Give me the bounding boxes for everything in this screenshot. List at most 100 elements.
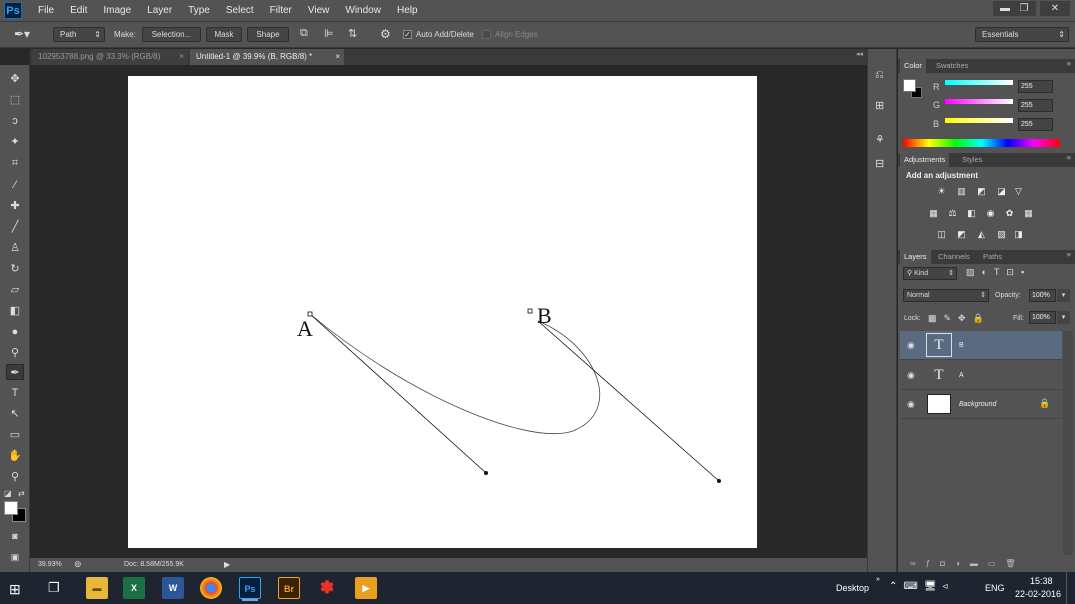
opacity-dropdown-icon[interactable]: ▾ bbox=[1057, 289, 1070, 302]
eye-icon[interactable]: ◉ bbox=[907, 399, 915, 410]
desktop-toolbar-label[interactable]: Desktop bbox=[836, 583, 869, 593]
close-button[interactable]: ✕ bbox=[1040, 1, 1070, 16]
tab-styles[interactable]: Styles bbox=[958, 153, 986, 167]
status-menu-arrow-icon[interactable]: ▶ bbox=[224, 560, 230, 569]
path-selection-tool-icon[interactable]: ↖ bbox=[6, 406, 24, 422]
selective-color-icon[interactable]: ◨ bbox=[1012, 229, 1025, 240]
vibrance-icon[interactable]: ▽ bbox=[1012, 186, 1025, 197]
layers-scrollbar[interactable] bbox=[1063, 331, 1073, 555]
eyedropper-tool-icon[interactable]: ⁄ bbox=[6, 177, 24, 193]
menu-layer[interactable]: Layer bbox=[139, 0, 180, 22]
quick-mask-icon[interactable]: ◙ bbox=[6, 528, 24, 544]
r-slider[interactable] bbox=[945, 80, 1013, 85]
photo-filter-icon[interactable]: ◉ bbox=[984, 208, 997, 219]
restore-button[interactable]: ❐ bbox=[1012, 1, 1036, 16]
canvas-text-a[interactable]: A bbox=[297, 316, 313, 342]
tab-adjustments[interactable]: Adjustments bbox=[900, 153, 950, 167]
gradient-map-icon[interactable]: ▧ bbox=[995, 229, 1008, 240]
doc-tab-2[interactable]: Untitled-1 @ 39.9% (B, RGB/8) * × bbox=[190, 49, 344, 65]
default-colors-icon[interactable]: ◪ bbox=[4, 489, 12, 498]
fg-color-swatch[interactable] bbox=[903, 79, 916, 92]
menu-window[interactable]: Window bbox=[337, 0, 389, 22]
quick-selection-tool-icon[interactable]: ✦ bbox=[6, 134, 24, 150]
move-tool-icon[interactable]: ✥ bbox=[6, 71, 24, 87]
tab-swatches[interactable]: Swatches bbox=[932, 59, 973, 73]
tab-paths[interactable]: Paths bbox=[979, 250, 1006, 264]
collapse-icon[interactable]: ◂◂ bbox=[856, 50, 863, 58]
chrome-icon[interactable] bbox=[200, 577, 222, 599]
clock-date[interactable]: 22-02-2016 bbox=[1015, 589, 1061, 599]
menu-help[interactable]: Help bbox=[389, 0, 426, 22]
foreground-color-swatch[interactable] bbox=[4, 501, 18, 515]
bridge-icon[interactable]: Br bbox=[278, 577, 300, 599]
layer-row-background[interactable]: ◉ Background 🔒 bbox=[900, 390, 1062, 419]
eye-icon[interactable]: ◉ bbox=[907, 370, 915, 381]
eye-icon[interactable]: ◉ bbox=[907, 340, 915, 351]
tab-channels[interactable]: Channels bbox=[934, 250, 974, 264]
clock-time[interactable]: 15:38 bbox=[1030, 576, 1053, 586]
paint-bucket-tool-icon[interactable]: ◧ bbox=[6, 303, 24, 319]
layer-filter-icons[interactable]: ▨◐T⊡▪ bbox=[966, 267, 1031, 278]
zoom-level[interactable]: 39.93% bbox=[38, 561, 62, 568]
screen-mode-icon[interactable]: ▣ bbox=[6, 549, 24, 565]
color-balance-icon[interactable]: ⚖ bbox=[946, 208, 959, 219]
curves-icon[interactable]: ◩ bbox=[975, 186, 988, 197]
lock-icons[interactable]: ▩✎✥🔒 bbox=[928, 313, 991, 324]
doc-tab-1[interactable]: 102953788.png @ 33.3% (RGB/8) × bbox=[32, 49, 188, 65]
marquee-tool-icon[interactable]: ⬚ bbox=[6, 92, 24, 108]
r-value[interactable]: 255 bbox=[1018, 80, 1053, 93]
close-icon[interactable]: × bbox=[335, 49, 340, 65]
language-indicator[interactable]: ENG bbox=[985, 583, 1005, 593]
pen-tool-icon[interactable]: ✒ bbox=[6, 364, 24, 380]
menu-filter[interactable]: Filter bbox=[262, 0, 300, 22]
channel-mixer-icon[interactable]: ✿ bbox=[1003, 208, 1016, 219]
menu-type[interactable]: Type bbox=[180, 0, 218, 22]
brightness-icon[interactable]: ☀ bbox=[935, 186, 948, 197]
path-arrangement-icon[interactable]: ⇅ bbox=[348, 27, 357, 40]
share-icon[interactable]: ⊚ bbox=[74, 559, 82, 570]
type-tool-icon[interactable]: T bbox=[6, 385, 24, 401]
tool-mode-select[interactable]: Path ⇕ bbox=[53, 27, 105, 42]
hand-tool-icon[interactable]: ✋ bbox=[6, 448, 24, 464]
show-desktop-button[interactable] bbox=[1066, 572, 1075, 604]
panel-menu-icon[interactable]: ≡ bbox=[1067, 250, 1071, 259]
hue-saturation-icon[interactable]: ▦ bbox=[927, 208, 940, 219]
photoshop-taskbar-icon[interactable]: Ps bbox=[239, 577, 261, 599]
menu-edit[interactable]: Edit bbox=[62, 0, 95, 22]
b-slider[interactable] bbox=[945, 118, 1013, 123]
system-tray-icons[interactable]: ⌃⌨🖥◃ bbox=[889, 581, 954, 592]
media-player-icon[interactable]: ▶ bbox=[355, 577, 377, 599]
tab-color[interactable]: Color bbox=[900, 59, 926, 73]
g-slider[interactable] bbox=[945, 99, 1013, 104]
task-view-icon[interactable]: ❐ bbox=[48, 580, 60, 596]
game-app-icon[interactable]: ✽ bbox=[316, 577, 338, 599]
mask-button[interactable]: Mask bbox=[206, 27, 242, 42]
handle-point-a[interactable] bbox=[484, 471, 488, 475]
layer-filter-kind-select[interactable]: ⚲ Kind ⇕ bbox=[903, 267, 957, 280]
healing-brush-tool-icon[interactable]: ✚ bbox=[6, 198, 24, 214]
panel-menu-icon[interactable]: ≡ bbox=[1067, 59, 1071, 68]
color-spectrum-ramp[interactable] bbox=[903, 139, 1060, 147]
blend-mode-select[interactable]: Normal ⇕ bbox=[903, 289, 989, 302]
path-operations-icon[interactable]: ⧉ bbox=[300, 27, 308, 40]
fill-value[interactable]: 100% bbox=[1029, 311, 1056, 324]
layer-row-b[interactable]: ◉ T B bbox=[900, 331, 1062, 360]
color-lookup-icon[interactable]: ▦ bbox=[1022, 208, 1035, 219]
rectangle-tool-icon[interactable]: ▭ bbox=[6, 427, 24, 443]
handle-point-b[interactable] bbox=[717, 479, 721, 483]
posterize-icon[interactable]: ◩ bbox=[955, 229, 968, 240]
dodge-tool-icon[interactable]: ⚲ bbox=[6, 345, 24, 361]
eraser-tool-icon[interactable]: ▱ bbox=[6, 282, 24, 298]
anchor-point-b[interactable] bbox=[527, 308, 533, 314]
levels-icon[interactable]: ▥ bbox=[955, 186, 968, 197]
auto-add-delete-checkbox[interactable]: ✓ bbox=[403, 30, 412, 39]
layer-name[interactable]: A bbox=[959, 372, 964, 379]
black-white-icon[interactable]: ◧ bbox=[965, 208, 978, 219]
document-canvas[interactable]: A B bbox=[128, 76, 757, 548]
history-brush-tool-icon[interactable]: ↻ bbox=[6, 261, 24, 277]
bezier-path[interactable] bbox=[309, 313, 601, 435]
canvas-text-b[interactable]: B bbox=[537, 303, 552, 329]
brush-panel-icon[interactable]: ⚘ bbox=[875, 133, 885, 146]
gear-icon[interactable]: ⚙ bbox=[380, 27, 391, 41]
align-edges-checkbox[interactable] bbox=[482, 30, 491, 39]
